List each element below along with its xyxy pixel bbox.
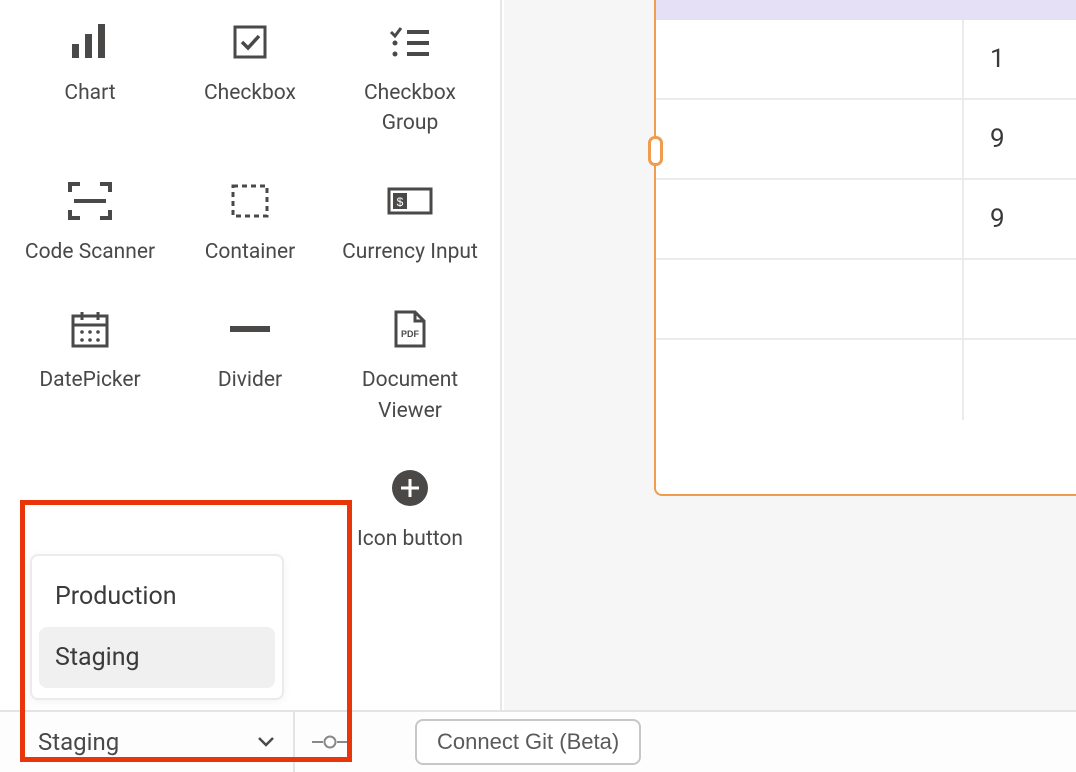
component-empty [170,446,330,564]
component-label: Code Scanner [25,237,155,267]
component-label: Document Viewer [336,365,484,426]
table-row[interactable] [656,340,1076,420]
table-resize-handle[interactable] [648,136,663,166]
environment-dropdown-popup: Production Staging [30,554,284,700]
table-cell [964,340,1076,420]
dropdown-item-production[interactable]: Production [39,566,275,627]
bottom-bar: Staging Connect Git (Beta) [0,710,1076,772]
component-label: Currency Input [342,237,478,267]
component-chart[interactable]: Chart [10,0,170,149]
canvas-area: 1 9 9 [504,0,1076,710]
table-cell-value: 1 [964,20,1076,98]
table-row[interactable]: 1 [656,20,1076,100]
component-label: Chart [64,78,115,108]
component-label: DatePicker [39,365,140,395]
table-header [656,0,1076,20]
table-cell [656,20,964,98]
component-icon-button[interactable]: Icon button [330,446,490,564]
component-container[interactable]: Container [170,159,330,277]
component-label: Container [205,237,296,267]
datepicker-icon [70,305,110,353]
svg-text:$: $ [397,195,404,209]
currency-input-icon: $ [387,177,433,225]
table-widget[interactable]: 1 9 9 [654,0,1076,496]
component-document-viewer[interactable]: PDF Document Viewer [330,287,490,436]
container-icon [230,177,270,225]
component-code-scanner[interactable]: Code Scanner [10,159,170,277]
checkbox-icon [233,18,267,66]
icon-button-icon [391,464,429,512]
table-cell [964,260,1076,338]
component-label: Checkbox [204,78,296,108]
table-row[interactable] [656,260,1076,340]
table-row[interactable]: 9 [656,180,1076,260]
component-empty [10,446,170,564]
dropdown-item-staging[interactable]: Staging [39,627,275,688]
chevron-down-icon [257,732,275,753]
connect-git-button[interactable]: Connect Git (Beta) [415,719,641,765]
component-divider[interactable]: Divider [170,287,330,436]
table-cell [656,180,964,258]
component-label: Icon button [357,524,463,554]
document-viewer-icon: PDF [393,305,427,353]
checkbox-group-icon [389,18,431,66]
environment-selector[interactable]: Staging [0,712,295,772]
environment-selector-label: Staging [38,728,119,756]
table-cell-value: 9 [964,180,1076,258]
svg-text:PDF: PDF [401,329,420,339]
git-commit-icon [295,735,365,749]
component-checkbox[interactable]: Checkbox [170,0,330,149]
chart-icon [70,18,110,66]
table-cell-value: 9 [964,100,1076,178]
table-cell [656,100,964,178]
component-datepicker[interactable]: DatePicker [10,287,170,436]
component-label: Divider [218,365,282,395]
component-label: Checkbox Group [336,78,484,139]
component-currency-input[interactable]: $ Currency Input [330,159,490,277]
divider-icon [230,305,270,353]
components-grid: Chart Checkbox [0,0,500,565]
table-cell [656,260,964,338]
component-checkbox-group[interactable]: Checkbox Group [330,0,490,149]
table-row[interactable]: 9 [656,100,1076,180]
table-cell [656,340,964,420]
code-scanner-icon [68,177,112,225]
